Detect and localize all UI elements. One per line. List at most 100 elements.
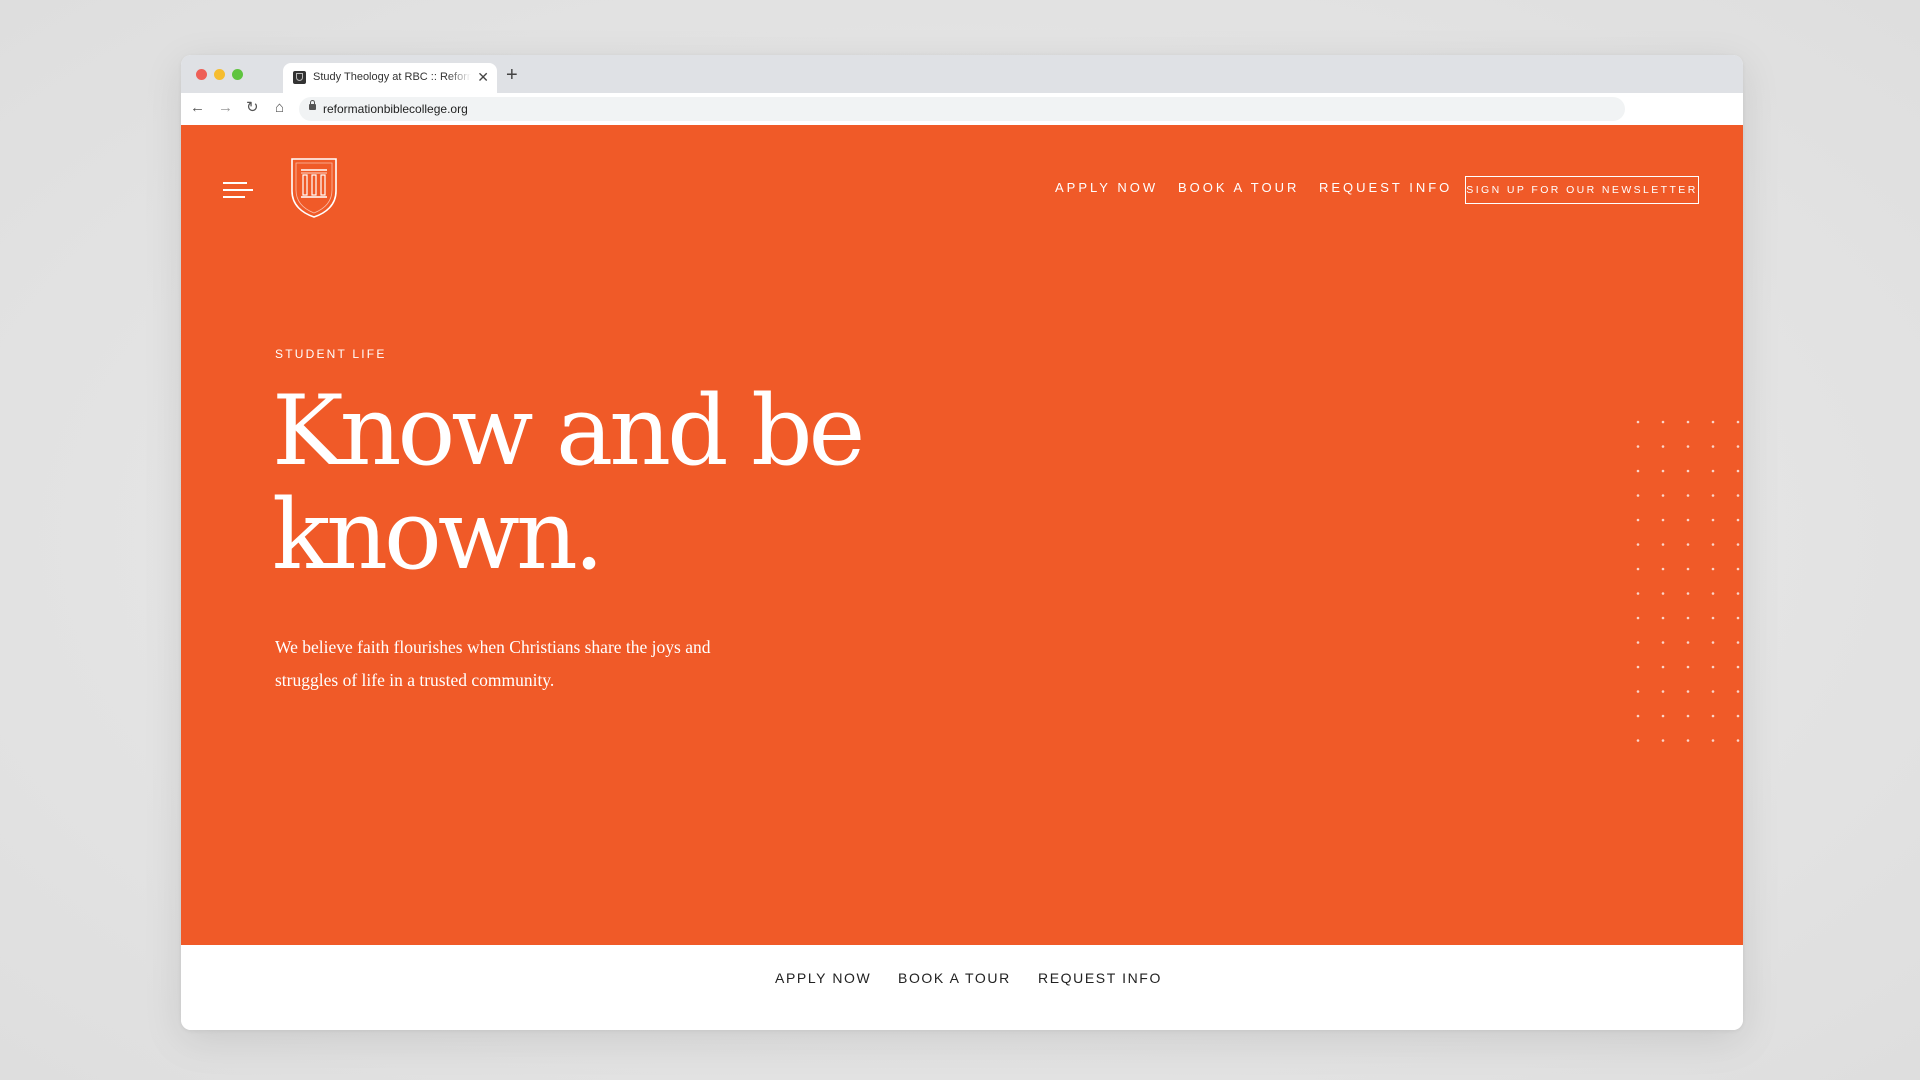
grid-dot [1711, 739, 1715, 742]
browser-window: Study Theology at RBC :: Reformation Bib… [181, 55, 1743, 1030]
grid-dot [1636, 690, 1640, 693]
hero-body-text: We believe faith flourishes when Christi… [275, 637, 711, 690]
decorative-dot-grid [1636, 420, 1740, 742]
grid-dot [1686, 494, 1690, 497]
hamburger-menu-icon[interactable] [223, 182, 253, 202]
new-tab-icon[interactable]: + [506, 65, 518, 85]
grid-dot [1711, 445, 1715, 448]
nav-request-info[interactable]: REQUEST INFO [1319, 180, 1452, 195]
grid-dot [1636, 420, 1640, 424]
grid-dot [1686, 592, 1690, 595]
grid-dot [1736, 445, 1740, 448]
grid-dot [1636, 469, 1640, 473]
grid-dot [1711, 592, 1715, 595]
grid-dot [1686, 518, 1690, 522]
grid-dot [1636, 714, 1640, 718]
grid-dot [1636, 739, 1640, 742]
grid-dot [1636, 543, 1640, 546]
grid-dot [1661, 518, 1665, 522]
minimize-window-button[interactable] [214, 69, 225, 80]
grid-dot [1636, 567, 1640, 571]
desktop-background: Study Theology at RBC :: Reformation Bib… [0, 0, 1920, 1080]
reload-icon[interactable]: ↻ [246, 100, 259, 116]
grid-dot [1686, 445, 1690, 448]
grid-dot [1636, 616, 1640, 620]
grid-dot [1661, 616, 1665, 620]
grid-dot [1661, 420, 1665, 424]
nav-apply-now[interactable]: APPLY NOW [1055, 180, 1158, 195]
grid-dot [1736, 665, 1740, 669]
grid-dot [1686, 469, 1690, 473]
forward-arrow-icon[interactable]: → [218, 100, 233, 116]
bottom-book-a-tour-link[interactable]: BOOK A TOUR [898, 970, 1011, 986]
tab-strip: Study Theology at RBC :: Reformation Bib… [181, 55, 1743, 93]
bottom-request-info-link[interactable]: REQUEST INFO [1038, 970, 1162, 986]
grid-dot [1736, 543, 1740, 546]
browser-tab[interactable]: Study Theology at RBC :: Reformation Bib… [283, 63, 497, 93]
shield-pillars-icon[interactable] [290, 157, 338, 219]
grid-dot [1661, 714, 1665, 718]
address-bar-row: ← → ↻ ⌂ reformationbiblecollege.org [181, 93, 1743, 126]
lock-icon [309, 100, 316, 110]
grid-dot [1661, 592, 1665, 595]
grid-dot [1711, 420, 1715, 424]
grid-dot [1661, 690, 1665, 693]
grid-dot [1711, 567, 1715, 571]
grid-dot [1711, 641, 1715, 644]
grid-dot [1736, 567, 1740, 571]
grid-dot [1711, 469, 1715, 473]
grid-dot [1636, 494, 1640, 497]
maximize-window-button[interactable] [232, 69, 243, 80]
grid-dot [1711, 690, 1715, 693]
grid-dot [1661, 469, 1665, 473]
home-icon[interactable]: ⌂ [275, 100, 284, 116]
grid-dot [1661, 543, 1665, 546]
grid-dot [1636, 641, 1640, 644]
grid-dot [1661, 739, 1665, 742]
grid-dot [1736, 714, 1740, 718]
grid-dot [1636, 518, 1640, 522]
grid-dot [1711, 543, 1715, 546]
grid-dot [1711, 518, 1715, 522]
grid-dot [1736, 690, 1740, 693]
grid-dot [1661, 641, 1665, 644]
grid-dot [1686, 420, 1690, 424]
grid-dot [1686, 641, 1690, 644]
grid-dot [1736, 616, 1740, 620]
bottom-nav-bar: APPLY NOW BOOK A TOUR REQUEST INFO [181, 945, 1743, 1030]
grid-dot [1686, 739, 1690, 742]
newsletter-signup-button[interactable]: SIGN UP FOR OUR NEWSLETTER [1465, 176, 1699, 204]
grid-dot [1661, 665, 1665, 669]
grid-dot [1686, 616, 1690, 620]
tab-close-icon[interactable]: ✕ [477, 69, 489, 85]
grid-dot [1736, 469, 1740, 473]
grid-dot [1686, 690, 1690, 693]
grid-dot [1711, 714, 1715, 718]
grid-dot [1636, 592, 1640, 595]
grid-dot [1686, 714, 1690, 718]
grid-dot [1636, 445, 1640, 448]
grid-dot [1736, 518, 1740, 522]
bottom-apply-now-link[interactable]: APPLY NOW [775, 970, 871, 986]
url-input[interactable]: reformationbiblecollege.org [299, 97, 1625, 121]
hero-headline: Know and be known. [272, 375, 865, 591]
tab-title: Study Theology at RBC :: Reformation Bib… [313, 71, 471, 83]
close-window-button[interactable] [196, 69, 207, 80]
hero-section: APPLY NOW BOOK A TOUR REQUEST INFO SIGN … [181, 125, 1743, 945]
grid-dot [1711, 494, 1715, 497]
grid-dot [1736, 592, 1740, 595]
grid-dot [1736, 641, 1740, 644]
grid-dot [1636, 665, 1640, 669]
grid-dot [1736, 494, 1740, 497]
nav-book-a-tour[interactable]: BOOK A TOUR [1178, 180, 1299, 195]
grid-dot [1736, 739, 1740, 742]
grid-dot [1661, 494, 1665, 497]
favicon-icon [293, 71, 306, 84]
back-arrow-icon[interactable]: ← [190, 100, 205, 116]
section-eyebrow: STUDENT LIFE [275, 347, 387, 361]
grid-dot [1686, 567, 1690, 571]
grid-dot [1686, 543, 1690, 546]
grid-dot [1711, 616, 1715, 620]
grid-dot [1711, 665, 1715, 669]
url-text: reformationbiblecollege.org [323, 102, 468, 116]
